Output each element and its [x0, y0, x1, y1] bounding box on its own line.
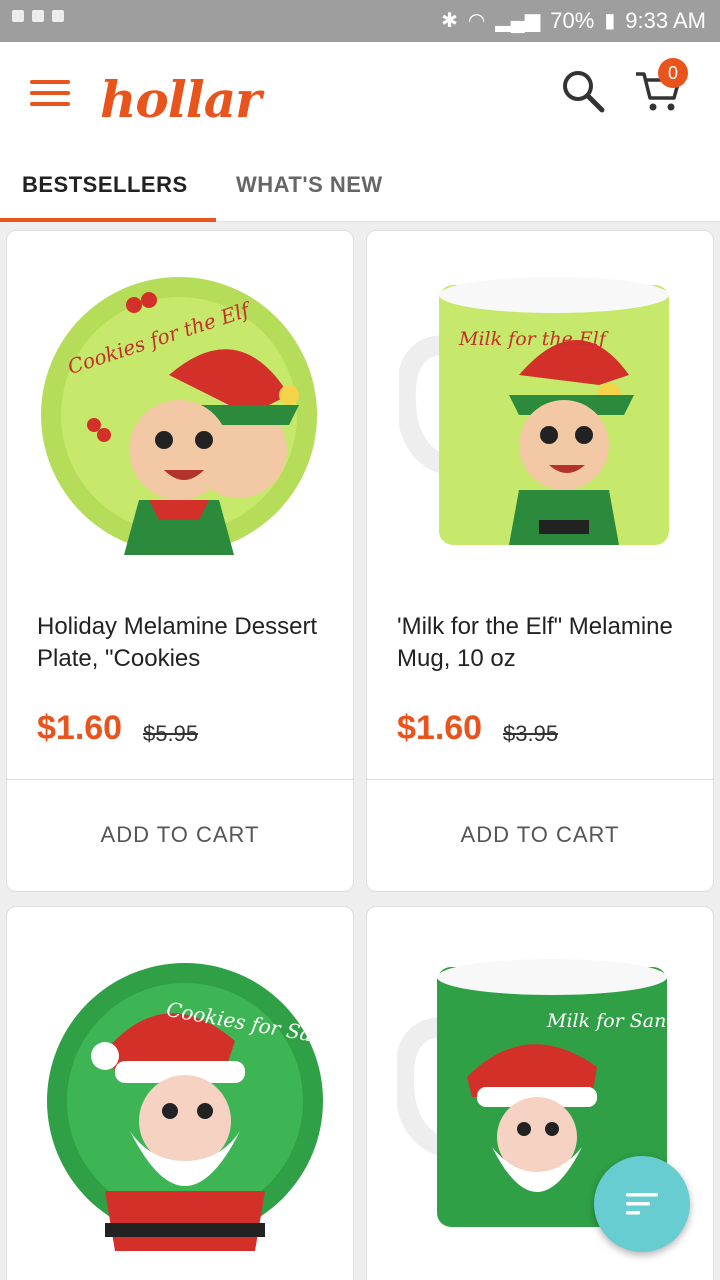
active-tab-indicator: [0, 218, 216, 222]
image-caption: Milk for Santa: [546, 1010, 685, 1032]
elf-mug-image: Milk for the Elf: [395, 277, 669, 545]
add-to-cart-button[interactable]: ADD TO CART: [7, 780, 353, 890]
search-icon: [563, 71, 605, 113]
clock: 9:33 AM: [625, 8, 706, 33]
notification-icon: [12, 10, 24, 22]
cart-button[interactable]: 0: [634, 58, 688, 114]
product-title[interactable]: Holiday Melamine Dessert Plate, "Cookies: [37, 611, 329, 675]
menu-icon: [30, 80, 70, 84]
category-tabs: BESTSELLERS WHAT'S NEW: [0, 142, 720, 222]
product-card[interactable]: Cookies for the Elf Holiday Melamine Des…: [6, 230, 354, 892]
menu-button[interactable]: [30, 76, 70, 110]
tab-whats-new[interactable]: WHAT'S NEW: [236, 172, 383, 198]
notification-icon: [52, 10, 64, 22]
product-price: $1.60: [37, 709, 123, 747]
status-bar: ✱ ◠ ▂▄▆ 70% ▮ 9:33 AM: [0, 0, 720, 42]
santa-plate-image: Cookies for Santa: [47, 963, 346, 1251]
sort-filter-button[interactable]: [594, 1156, 690, 1252]
sort-icon: [626, 1193, 658, 1215]
battery-percent: 70%: [550, 8, 595, 33]
product-price: $1.60: [397, 709, 483, 747]
search-button[interactable]: [558, 66, 606, 114]
add-to-cart-button[interactable]: ADD TO CART: [367, 780, 713, 890]
tab-bestsellers[interactable]: BESTSELLERS: [22, 172, 188, 198]
image-caption: Milk for the Elf: [458, 328, 609, 350]
battery-icon: ▮: [604, 10, 616, 32]
product-image[interactable]: Cookies for Santa: [45, 961, 346, 1251]
app-header: hollar 0 BESTSELLERS WHAT'S NEW: [0, 42, 720, 222]
bluetooth-icon: ✱: [441, 10, 458, 32]
notification-icons: [12, 10, 64, 22]
product-image[interactable]: Milk for the Elf: [395, 275, 689, 565]
logo[interactable]: hollar: [100, 70, 261, 129]
product-card[interactable]: Milk for the Elf 'Milk for the Elf" Mela…: [366, 230, 714, 892]
cart-count-badge: 0: [658, 58, 688, 88]
product-card[interactable]: Cookies for Santa: [6, 906, 354, 1280]
product-image[interactable]: Cookies for the Elf: [39, 275, 329, 565]
notification-icon: [32, 10, 44, 22]
product-title[interactable]: 'Milk for the Elf" Melamine Mug, 10 oz: [397, 611, 689, 675]
elf-plate-image: Cookies for the Elf: [41, 277, 317, 555]
original-price: $5.95: [143, 721, 199, 746]
original-price: $3.95: [503, 721, 559, 746]
wifi-icon: ◠: [467, 10, 486, 32]
signal-icon: ▂▄▆: [495, 10, 541, 32]
